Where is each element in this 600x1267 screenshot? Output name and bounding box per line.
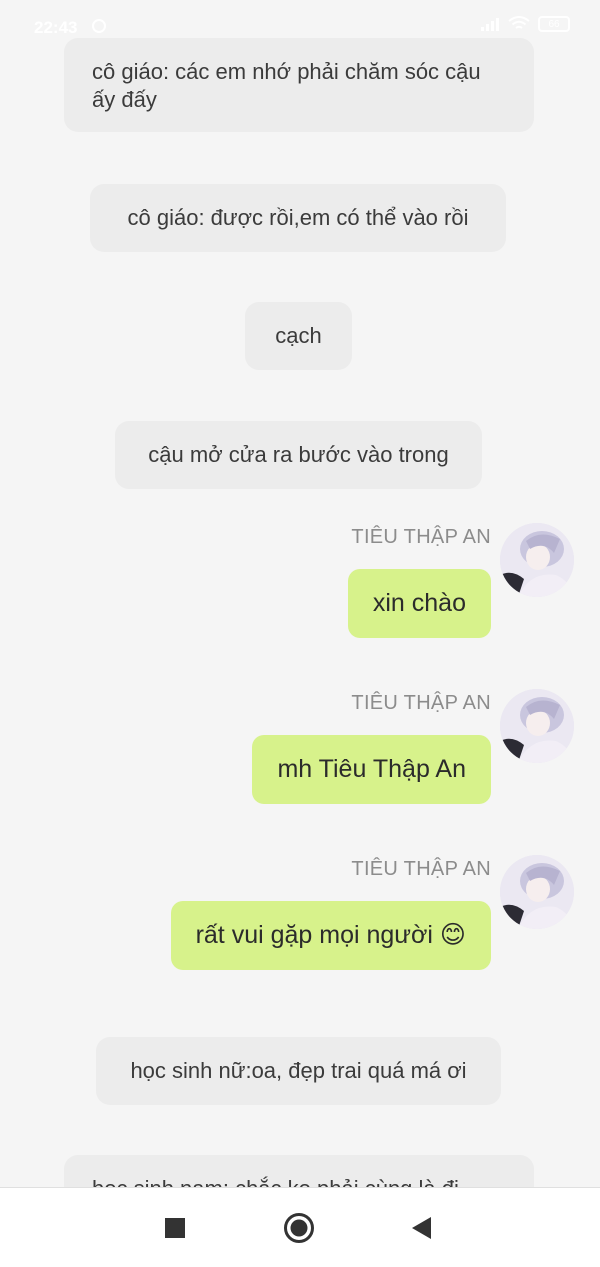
narration-text: cạch [275,323,322,348]
triangle-back-icon[interactable] [405,1212,437,1244]
sender-name: TIÊU THẬP AN [351,526,491,548]
narration-bubble: cạch [245,302,352,370]
narration-text: học sinh nữ:oa, đẹp trai quá má ơi [130,1058,467,1083]
avatar[interactable] [500,855,574,929]
signal-icon [480,17,500,31]
narration-text: cậu mở cửa ra bước vào trong [148,442,449,467]
navigation-bar [0,1187,600,1267]
avatar[interactable] [500,689,574,763]
narration-text: cô giáo: được rồi,em có thể vào rồi [127,205,469,230]
circle-home-icon[interactable] [283,1212,315,1244]
narration-bubble: cậu mở cửa ra bước vào trong [115,421,482,489]
chat-text: rất vui gặp mọi người 😊 [195,921,466,949]
narration-bubble: học sinh nam: chắc ko phải cùng là đi [64,1155,534,1187]
status-time: 22:43 [34,18,78,37]
avatar[interactable] [500,523,574,597]
square-recents-icon[interactable] [159,1212,191,1244]
chat-text: mh Tiêu Thập An [277,755,466,783]
sender-name: TIÊU THẬP AN [351,858,491,880]
chat-text: xin chào [372,589,466,617]
sender-name: TIÊU THẬP AN [351,692,491,714]
narration-bubble: học sinh nữ:oa, đẹp trai quá má ơi [96,1037,501,1105]
narration-text: học sinh nam: chắc ko phải cùng là đi [92,1176,459,1187]
battery-icon: 66 [538,16,570,32]
chat-area[interactable]: cô giáo: các em nhớ phải chăm sóc cậu ấy… [0,0,600,1187]
status-bar: 22:43 66 [0,0,600,56]
chat-bubble[interactable]: mh Tiêu Thập An [252,735,491,804]
battery-level: 66 [548,18,560,30]
chat-bubble[interactable]: xin chào [347,569,491,638]
wifi-icon [508,16,530,32]
notification-icon [92,19,106,33]
status-icons: 66 [480,16,570,32]
chat-bubble[interactable]: rất vui gặp mọi người 😊 [170,901,491,970]
narration-text: cô giáo: các em nhớ phải chăm sóc cậu ấy… [92,59,481,112]
narration-bubble: cô giáo: được rồi,em có thể vào rồi [90,184,506,252]
